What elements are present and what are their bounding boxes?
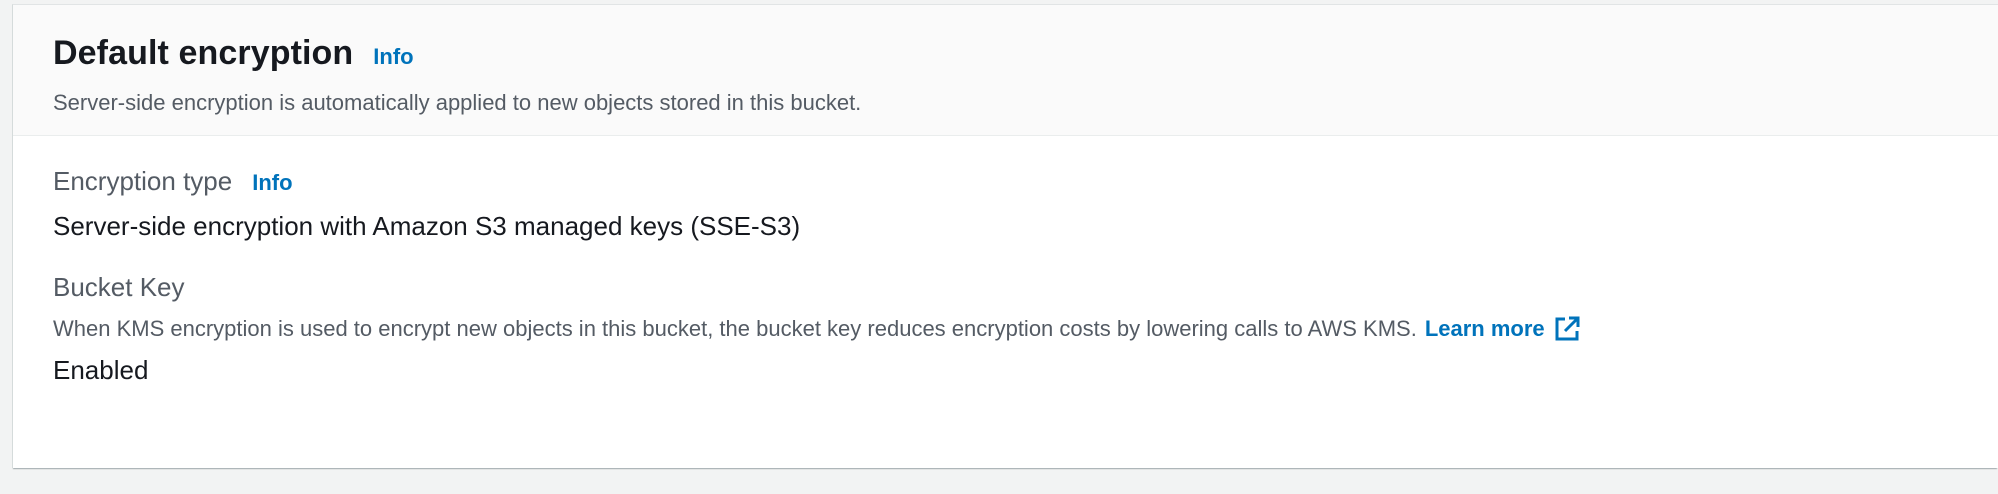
encryption-type-label-row: Encryption type Info xyxy=(53,166,1998,197)
learn-more-link[interactable]: Learn more xyxy=(1425,315,1581,343)
panel-description: Server-side encryption is automatically … xyxy=(53,90,862,115)
bucket-key-description: When KMS encryption is used to encrypt n… xyxy=(53,316,1417,341)
encryption-type-field: Encryption type Info Server-side encrypt… xyxy=(53,166,1998,242)
bucket-key-label: Bucket Key xyxy=(53,272,185,302)
bucket-key-description-row: When KMS encryption is used to encrypt n… xyxy=(53,315,1998,343)
external-link-icon xyxy=(1555,316,1580,341)
default-encryption-panel: Default encryption Info Server-side encr… xyxy=(12,4,1998,468)
panel-body: Encryption type Info Server-side encrypt… xyxy=(13,136,1998,386)
title-row: Default encryption Info xyxy=(53,34,1998,78)
learn-more-label: Learn more xyxy=(1424,316,1545,341)
info-link-encryption-type[interactable]: Info xyxy=(252,170,292,196)
bucket-key-field: Bucket Key When KMS encryption is used t… xyxy=(53,272,1998,386)
bucket-key-label-row: Bucket Key xyxy=(53,272,1998,303)
panel-title: Default encryption xyxy=(53,34,354,72)
bucket-key-value: Enabled xyxy=(53,355,149,385)
encryption-type-value: Server-side encryption with Amazon S3 ma… xyxy=(53,211,801,241)
encryption-type-label: Encryption type xyxy=(53,166,233,196)
info-link-default-encryption[interactable]: Info xyxy=(373,44,413,70)
panel-header: Default encryption Info Server-side encr… xyxy=(13,5,1998,136)
